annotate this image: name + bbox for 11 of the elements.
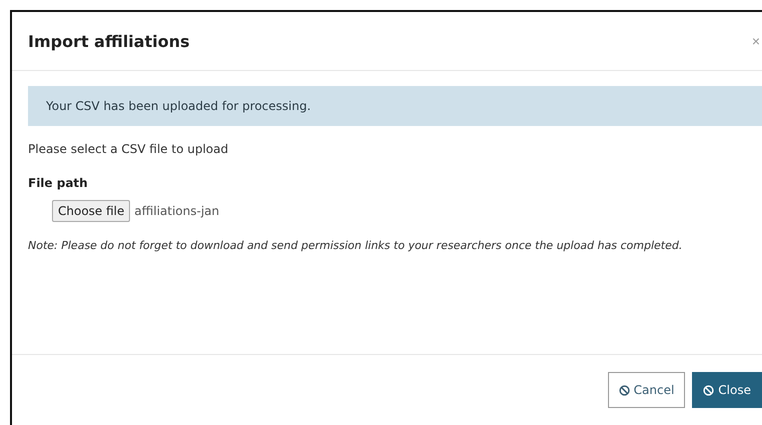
choose-file-button[interactable]: Choose file: [52, 200, 130, 222]
close-button[interactable]: Close: [692, 372, 762, 408]
cancel-button[interactable]: Cancel: [608, 372, 686, 408]
success-alert: Your CSV has been uploaded for processing.: [28, 86, 762, 126]
dialog-title: Import affiliations: [28, 32, 190, 50]
note-text: Note: Please do not forget to download and send permission links to your researchers once the upload has completed.: [28, 238, 684, 254]
ban-icon: [703, 384, 714, 396]
ban-icon: [618, 384, 630, 396]
field-label: File path: [28, 176, 89, 190]
file-name: affiliations-jan: [134, 204, 220, 218]
instruction-text: Please select a CSV file to upload: [28, 142, 230, 156]
